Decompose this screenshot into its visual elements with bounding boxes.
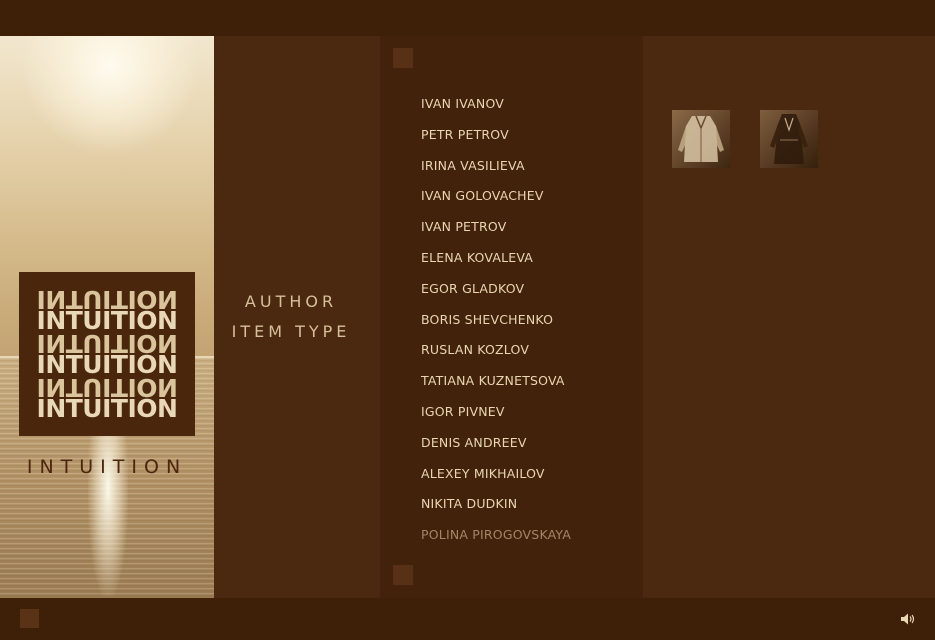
list-item[interactable]: BORIS SHEVCHENKO bbox=[421, 309, 636, 340]
logo-row: INTUITION bbox=[36, 288, 178, 310]
garment-image bbox=[770, 114, 808, 164]
hero-image: INTUITION INTUITION INTUITION INTUITION … bbox=[0, 36, 214, 598]
list-item[interactable]: ELENA KOVALEVA bbox=[421, 247, 636, 278]
list-item[interactable]: IVAN IVANOV bbox=[421, 93, 636, 124]
sun-reflection bbox=[88, 416, 128, 596]
list-item[interactable]: IGOR PIVNEV bbox=[421, 401, 636, 432]
list-item[interactable]: POLINA PIROGOVSKAYA bbox=[421, 524, 636, 553]
list-item[interactable]: ALEXEY MIKHAILOV bbox=[421, 463, 636, 494]
filter-item-type[interactable]: ITEM TYPE bbox=[214, 322, 368, 341]
list-item[interactable]: DENIS ANDREEV bbox=[421, 432, 636, 463]
bottom-bar bbox=[0, 598, 935, 640]
brand-name: INTUITION bbox=[26, 456, 188, 478]
list-item[interactable]: IRINA VASILIEVA bbox=[421, 155, 636, 186]
logo-row: INTUITION bbox=[36, 310, 178, 332]
sun-glow bbox=[20, 36, 200, 156]
garment-image bbox=[678, 115, 724, 162]
logo-row: INTUITION bbox=[36, 376, 178, 398]
logo-row: INTUITION bbox=[36, 354, 178, 376]
author-list-panel: IVAN IVANOV PETR PETROV IRINA VASILIEVA … bbox=[380, 36, 643, 598]
list-item[interactable]: EGOR GLADKOV bbox=[421, 278, 636, 309]
speaker-icon[interactable] bbox=[900, 611, 916, 627]
scroll-up-button[interactable] bbox=[393, 48, 413, 68]
logo-row: INTUITION bbox=[36, 398, 178, 420]
list-item[interactable]: RUSLAN KOZLOV bbox=[421, 339, 636, 370]
thumbnail-panel bbox=[643, 36, 935, 598]
list-item[interactable]: PETR PETROV bbox=[421, 124, 636, 155]
filter-panel: AUTHOR ITEM TYPE bbox=[214, 36, 380, 598]
thumbnail-item[interactable] bbox=[672, 110, 730, 168]
list-item[interactable]: IVAN PETROV bbox=[421, 216, 636, 247]
menu-button[interactable] bbox=[20, 609, 39, 628]
list-item[interactable]: TATIANA KUZNETSOVA bbox=[421, 370, 636, 401]
top-bar bbox=[0, 0, 935, 36]
list-item[interactable]: NIKITA DUDKIN bbox=[421, 493, 636, 524]
filter-author[interactable]: AUTHOR bbox=[214, 292, 368, 311]
logo: INTUITION INTUITION INTUITION INTUITION … bbox=[19, 272, 195, 436]
list-item[interactable]: IVAN GOLOVACHEV bbox=[421, 185, 636, 216]
logo-row: INTUITION bbox=[36, 332, 178, 354]
thumbnail-item[interactable] bbox=[760, 110, 818, 168]
author-list[interactable]: IVAN IVANOV PETR PETROV IRINA VASILIEVA … bbox=[421, 93, 636, 553]
scroll-down-button[interactable] bbox=[393, 565, 413, 585]
